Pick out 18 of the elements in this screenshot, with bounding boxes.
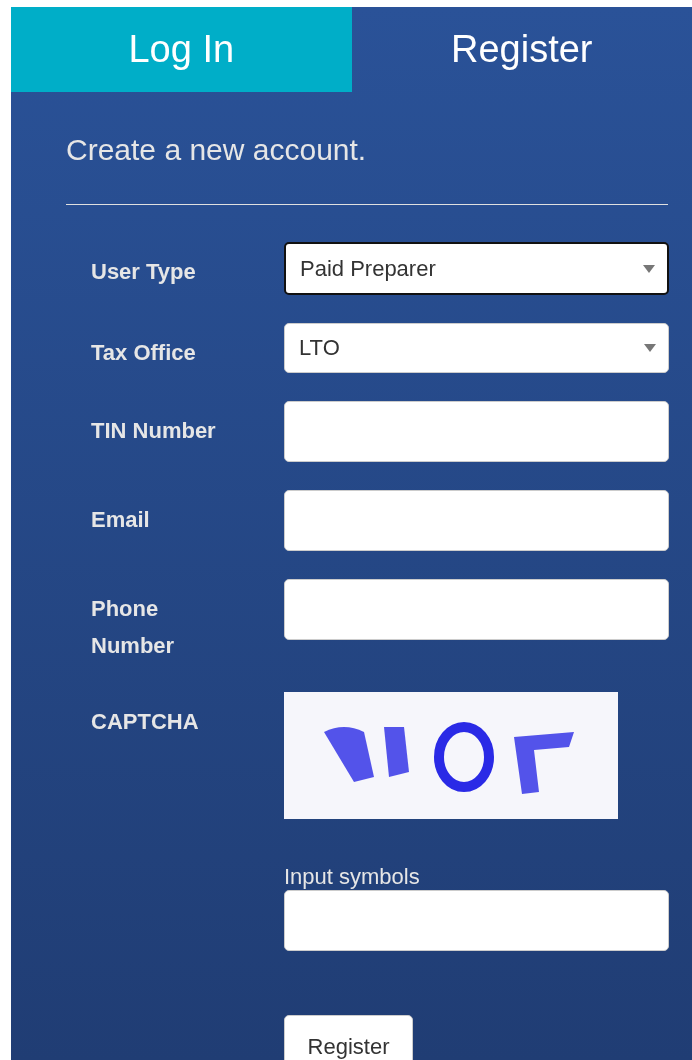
field-label: Tax Office (90, 339, 197, 367)
field-label: Phone Number (90, 595, 176, 660)
field-label: Input symbols (284, 864, 421, 890)
form-heading: Create a new account. (66, 132, 368, 168)
field-label: Email (90, 506, 151, 534)
input-field[interactable] (284, 490, 669, 551)
caret-icon (643, 264, 655, 273)
input-field[interactable] (284, 401, 669, 462)
dropdown[interactable]: Paid Preparer (284, 242, 669, 295)
field-label: User Type (90, 258, 197, 286)
field-label: CAPTCHA (90, 708, 200, 736)
tab[interactable]: Register (351, 7, 692, 92)
dropdown[interactable]: LTO (284, 323, 669, 373)
input-field[interactable] (284, 890, 669, 951)
caret-icon (644, 344, 656, 352)
field-label: TIN Number (90, 417, 217, 445)
register-button[interactable]: Register (284, 1015, 413, 1060)
input-field[interactable] (284, 579, 669, 640)
